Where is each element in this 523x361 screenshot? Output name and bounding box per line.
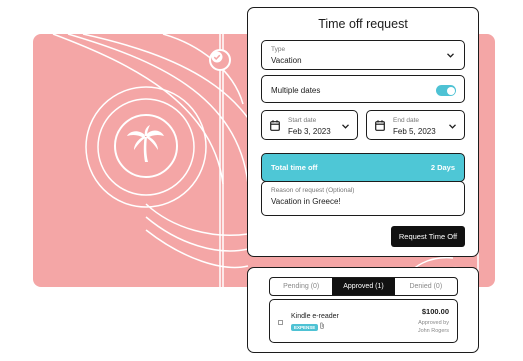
start-date-field[interactable]: Start date Feb 3, 2023	[261, 110, 358, 140]
panel-title: Time off request	[318, 17, 408, 31]
paperclip-icon	[319, 322, 325, 332]
tab-pending[interactable]: Pending (0)	[270, 278, 332, 295]
tab-approved[interactable]: Approved (1)	[332, 278, 395, 295]
multiple-dates-row: Multiple dates	[261, 75, 465, 103]
calendar-icon	[270, 120, 280, 131]
start-date-value: Feb 3, 2023	[288, 127, 331, 136]
request-time-off-button[interactable]: Request Time Off	[391, 226, 465, 247]
request-status-tabs: Pending (0) Approved (1) Denied (0)	[269, 277, 458, 296]
drag-handle-icon	[278, 320, 283, 325]
request-amount: $100.00	[421, 307, 449, 316]
approver-name: John Rogers	[417, 328, 449, 334]
check-circle-icon	[209, 49, 231, 71]
request-name: Kindle e-reader	[291, 313, 339, 320]
expense-badge: EXPENSE	[291, 324, 319, 331]
multiple-dates-label: Multiple dates	[271, 86, 321, 95]
start-date-label: Start date	[288, 117, 317, 124]
total-time-off-label: Total time off	[271, 163, 318, 172]
calendar-icon	[375, 120, 385, 131]
total-time-off-value: 2 Days	[430, 163, 455, 172]
reason-value: Vacation in Greece!	[271, 197, 341, 206]
requests-panel: Pending (0) Approved (1) Denied (0) Kind…	[247, 267, 479, 353]
palm-tree-icon	[114, 114, 178, 178]
reason-label: Reason of request (Optional)	[271, 187, 355, 194]
approved-by-label: Approved by	[418, 320, 449, 326]
tab-denied[interactable]: Denied (0)	[395, 278, 457, 295]
reason-textarea[interactable]: Reason of request (Optional) Vacation in…	[261, 181, 465, 216]
type-value: Vacation	[271, 56, 302, 65]
chevron-down-icon	[447, 53, 454, 58]
time-off-request-panel: Time off request Type Vacation Multiple …	[247, 7, 479, 257]
end-date-field[interactable]: End date Feb 5, 2023	[366, 110, 465, 140]
list-item[interactable]: Kindle e-reader EXPENSE $100.00 Approved…	[269, 299, 458, 343]
chevron-down-icon	[342, 124, 349, 129]
chevron-down-icon	[449, 124, 456, 129]
total-time-off-bar: Total time off 2 Days	[261, 153, 465, 182]
multiple-dates-toggle[interactable]	[436, 85, 456, 96]
type-select[interactable]: Type Vacation	[261, 40, 465, 70]
end-date-value: Feb 5, 2023	[393, 127, 436, 136]
type-label: Type	[271, 46, 286, 53]
end-date-label: End date	[393, 117, 420, 124]
